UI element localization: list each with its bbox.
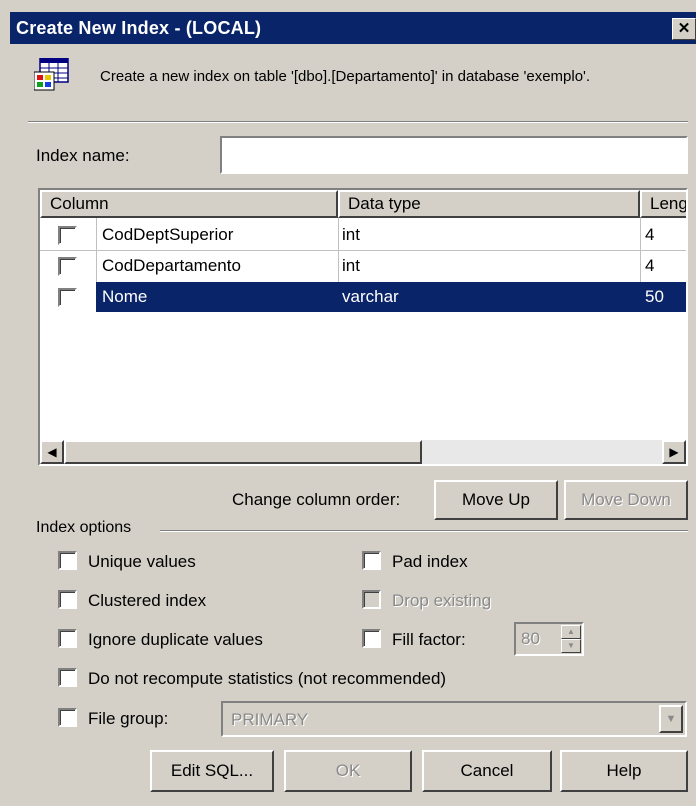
unique-values-label[interactable]: Unique values [88, 552, 196, 572]
help-label: Help [606, 761, 642, 780]
fill-factor-value: 80 [521, 629, 540, 648]
row-checkbox[interactable] [58, 288, 77, 307]
drop-existing-label[interactable]: Drop existing [392, 591, 491, 611]
cancel-button[interactable]: Cancel [422, 750, 552, 792]
ignore-duplicates-checkbox[interactable] [58, 629, 77, 648]
no-recompute-label[interactable]: Do not recompute statistics (not recomme… [88, 669, 446, 689]
clustered-index-checkbox[interactable] [58, 590, 77, 609]
fill-factor-label[interactable]: Fill factor: [392, 630, 466, 650]
options-divider [160, 530, 688, 532]
data-type-cell: int [342, 225, 360, 244]
pad-index-label[interactable]: Pad index [392, 552, 468, 572]
table-row[interactable]: CodDepartamento int 4 [40, 251, 686, 281]
edit-sql-label: Edit SQL... [170, 761, 254, 780]
file-group-checkbox[interactable] [58, 708, 77, 727]
change-order-label: Change column order: [232, 490, 400, 510]
dropdown-button[interactable]: ▼ [659, 705, 683, 733]
move-up-label: Move Up [461, 490, 531, 509]
arrow-down-icon: ▼ [567, 641, 575, 650]
move-up-button[interactable]: Move Up [434, 480, 558, 520]
scroll-thumb[interactable] [64, 440, 422, 464]
ignore-duplicates-label[interactable]: Ignore duplicate values [88, 630, 263, 650]
scroll-left-button[interactable]: ◀ [40, 440, 64, 464]
move-down-label: Move Down [581, 490, 671, 509]
chevron-down-icon: ▼ [665, 713, 677, 725]
table-icon [33, 57, 70, 92]
move-down-button[interactable]: Move Down [564, 480, 688, 520]
ok-label: OK [335, 761, 361, 780]
close-icon: ✕ [677, 20, 691, 37]
fill-factor-checkbox[interactable] [362, 629, 381, 648]
top-divider [28, 121, 688, 123]
clustered-index-label[interactable]: Clustered index [88, 591, 206, 611]
dialog-description: Create a new index on table '[dbo].[Depa… [100, 68, 591, 85]
create-index-dialog: Create New Index - (LOCAL) ✕ Create a ne… [0, 0, 696, 806]
close-button[interactable]: ✕ [672, 18, 696, 40]
index-options-label: Index options [36, 519, 132, 536]
title-bar[interactable]: Create New Index - (LOCAL) ✕ [10, 12, 696, 44]
row-checkbox[interactable] [58, 226, 77, 245]
file-group-value: PRIMARY [231, 710, 309, 729]
fill-factor-spinner[interactable]: 80 ▲ ▼ [514, 622, 584, 656]
index-name-input[interactable] [220, 136, 688, 174]
change-order-text: Change column order: [232, 490, 401, 509]
arrow-up-icon: ▲ [567, 627, 575, 636]
unique-values-checkbox[interactable] [58, 551, 77, 570]
spin-up-button[interactable]: ▲ [561, 625, 581, 639]
horizontal-scrollbar[interactable]: ◀ ▶ [40, 440, 686, 464]
row-checkbox[interactable] [58, 257, 77, 276]
file-group-select[interactable]: PRIMARY ▼ [221, 701, 687, 737]
spin-down-button[interactable]: ▼ [561, 639, 581, 653]
data-type-cell: int [342, 256, 360, 275]
edit-sql-button[interactable]: Edit SQL... [150, 750, 274, 792]
pad-index-checkbox[interactable] [362, 551, 381, 570]
index-name-label: Index name: [36, 146, 130, 165]
table-row-selected[interactable]: Nome varchar 50 [40, 282, 686, 312]
scroll-right-button[interactable]: ▶ [662, 440, 686, 464]
column-name-cell: Nome [102, 287, 148, 306]
ok-button[interactable]: OK [284, 750, 412, 792]
arrow-right-icon: ▶ [669, 445, 679, 459]
data-type-cell: varchar [342, 287, 399, 306]
drop-existing-checkbox[interactable] [362, 590, 381, 609]
data-type-header[interactable]: Data type [338, 190, 640, 218]
column-name-cell: CodDeptSuperior [102, 225, 234, 244]
help-button[interactable]: Help [560, 750, 688, 792]
length-cell: 4 [645, 256, 655, 275]
length-header[interactable]: Leng [640, 190, 686, 218]
column-name-cell: CodDepartamento [102, 256, 241, 275]
file-group-label[interactable]: File group: [88, 709, 168, 729]
column-header[interactable]: Column [40, 190, 338, 218]
columns-table[interactable]: Column Data type Leng CodDeptSuperior in… [38, 188, 688, 466]
no-recompute-checkbox[interactable] [58, 668, 77, 687]
arrow-left-icon: ◀ [47, 445, 57, 459]
table-row[interactable]: CodDeptSuperior int 4 [40, 220, 686, 250]
cancel-label: Cancel [460, 761, 514, 780]
length-cell: 4 [645, 225, 655, 244]
window-title: Create New Index - (LOCAL) [16, 18, 262, 38]
length-cell: 50 [645, 287, 664, 306]
